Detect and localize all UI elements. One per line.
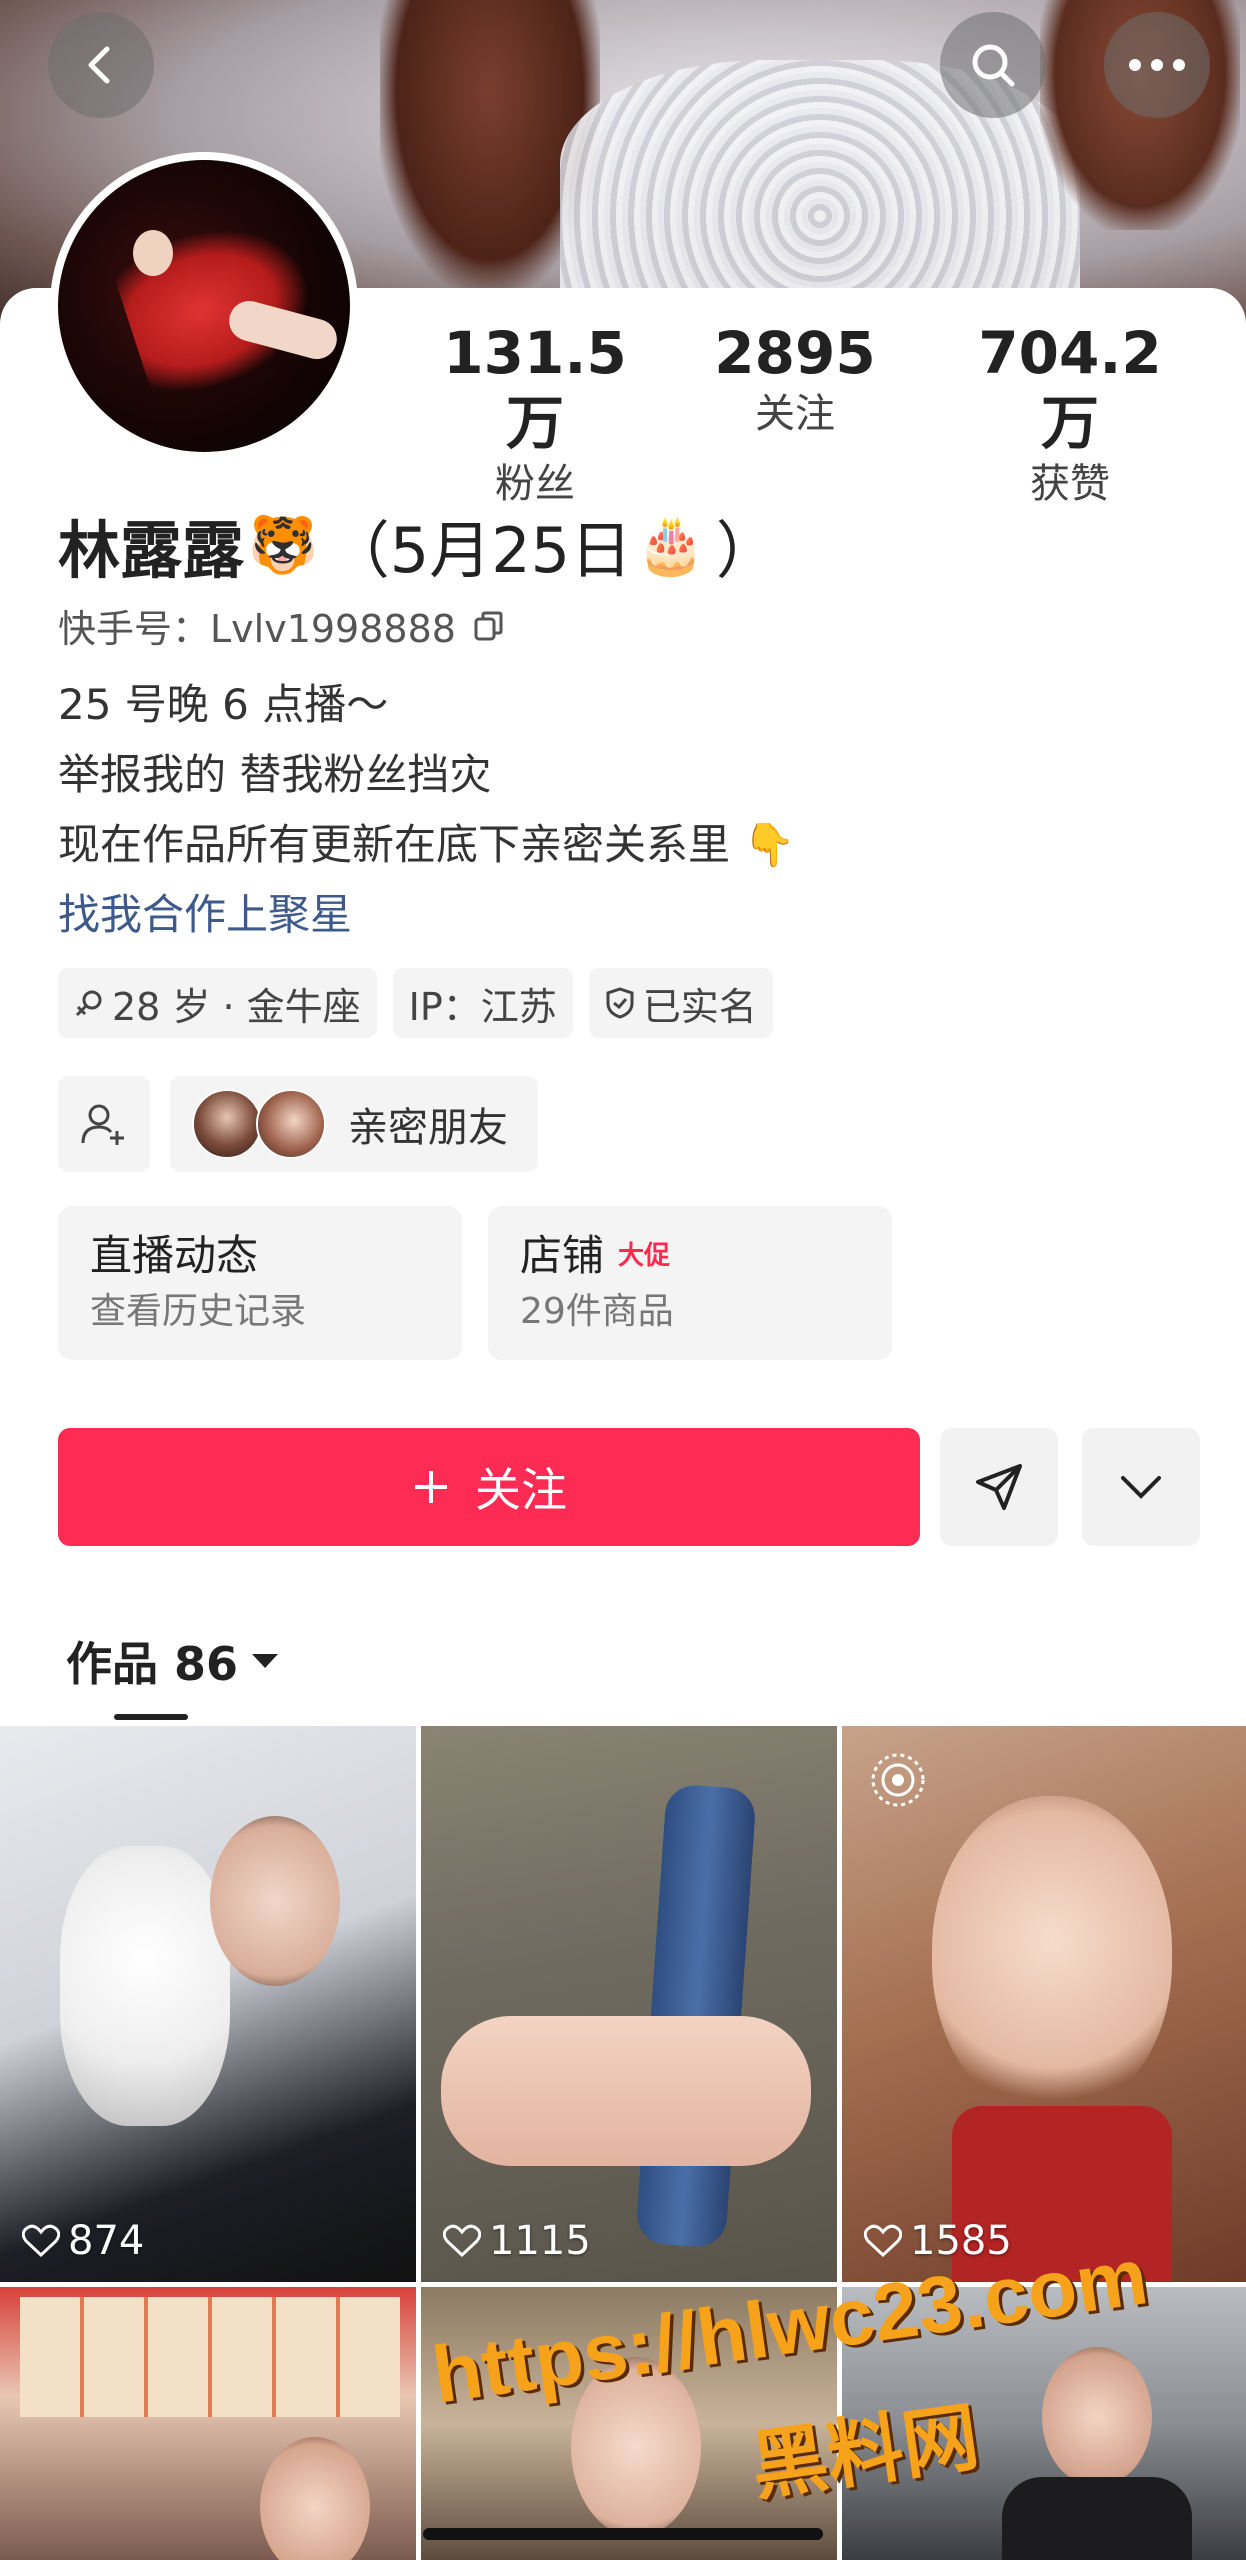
tab-works[interactable]: 作品 86	[66, 1628, 280, 1694]
avatar[interactable]	[50, 152, 358, 460]
search-button[interactable]	[940, 12, 1046, 118]
caret-down-icon	[252, 1654, 279, 1668]
back-button[interactable]	[48, 12, 154, 118]
card-title-row: 店铺 大促	[520, 1226, 860, 1286]
chevron-down-icon	[1121, 1476, 1161, 1499]
live-photo-icon	[871, 1753, 925, 1807]
promo-badge: 大促	[618, 1241, 671, 1271]
stat-following[interactable]: 2895 关注	[705, 318, 885, 440]
face-photo	[1042, 2347, 1152, 2487]
profile-bio: 25 号晚 6 点播～ 举报我的 替我粉丝挡灾 现在作品所有更新在底下亲密关系里…	[58, 670, 796, 950]
stat-value: 131.5万	[443, 319, 627, 457]
follow-label: 关注	[475, 1463, 567, 1517]
face-photo	[260, 2437, 370, 2560]
tag-ip: IP：江苏	[392, 968, 573, 1038]
tiger-emoji-icon: 🐯	[248, 513, 318, 578]
stat-value: 2895	[714, 319, 876, 387]
live-history-card[interactable]: 直播动态 查看历史记录	[58, 1206, 462, 1360]
work-thumbnail[interactable]: 1115	[421, 1726, 837, 2282]
heart-icon	[443, 2224, 481, 2258]
birthday-close: ）	[715, 514, 778, 587]
work-thumbnail[interactable]: 1585	[842, 1726, 1246, 2282]
friends-row: 亲密朋友	[58, 1076, 538, 1172]
stat-fans[interactable]: 131.5万 粉丝	[420, 318, 650, 510]
more-icon	[1129, 59, 1185, 71]
card-title: 直播动态	[90, 1231, 259, 1280]
friend-avatar	[192, 1089, 262, 1159]
copy-icon[interactable]	[474, 611, 504, 641]
heart-icon	[864, 2224, 902, 2258]
bio-line: 举报我的 替我粉丝挡灾	[58, 750, 492, 799]
tag-ip-text: IP：江苏	[408, 984, 557, 1029]
stat-likes[interactable]: 704.2万 获赞	[950, 318, 1190, 510]
tag-age-text: 28 岁 · 金牛座	[112, 984, 361, 1029]
cat-photo	[60, 1846, 230, 2126]
card-subtitle: 查看历史记录	[90, 1291, 307, 1332]
stat-value: 704.2万	[978, 319, 1162, 457]
profile-stats: 131.5万 粉丝 2895 关注 704.2万 获赞	[420, 318, 1220, 507]
work-thumbnail[interactable]	[0, 2287, 416, 2560]
profile-cards: 直播动态 查看历史记录 店铺 大促 29件商品	[58, 1206, 892, 1360]
face-photo	[210, 1816, 340, 1986]
profile-name: 林露露	[58, 514, 245, 587]
shop-card[interactable]: 店铺 大促 29件商品	[488, 1206, 892, 1360]
add-user-icon	[81, 1104, 124, 1145]
friend-avatar	[256, 1089, 326, 1159]
heart-icon	[22, 2224, 60, 2258]
back-icon	[88, 46, 110, 84]
card-subtitle: 29件商品	[520, 1291, 674, 1332]
profile-tags: 28 岁 · 金牛座 IP：江苏 已实名	[58, 968, 773, 1038]
gender-icon	[75, 990, 102, 1017]
intimate-friends-button[interactable]: 亲密朋友	[170, 1076, 538, 1172]
search-icon	[972, 44, 1015, 87]
birthday-text: （5月25日	[327, 514, 633, 587]
works-label: 作品 86	[66, 1637, 239, 1691]
expand-button[interactable]	[1082, 1428, 1200, 1546]
add-friend-button[interactable]	[58, 1076, 150, 1172]
like-count-text: 874	[68, 2218, 145, 2264]
tag-verified: 已实名	[588, 968, 773, 1038]
message-button[interactable]	[940, 1428, 1058, 1546]
like-count: 1115	[443, 2218, 591, 2264]
work-thumbnail[interactable]: 874	[0, 1726, 416, 2282]
bio-line: 现在作品所有更新在底下亲密关系里 👇	[58, 820, 796, 869]
cake-emoji-icon: 🎂	[636, 513, 706, 578]
tag-age: 28 岁 · 金牛座	[58, 968, 377, 1038]
bio-link[interactable]: 找我合作上聚星	[58, 880, 796, 950]
kuaishou-id: 快手号：Lvlv1998888	[58, 598, 504, 653]
follow-button[interactable]: 关注	[58, 1428, 920, 1546]
card-title: 店铺	[520, 1231, 605, 1280]
more-button[interactable]	[1104, 12, 1210, 118]
black-top-photo	[1002, 2477, 1192, 2560]
face-photo	[932, 1796, 1172, 2116]
stat-label: 关注	[755, 391, 835, 437]
arm-photo	[441, 2016, 811, 2166]
like-count: 874	[22, 2218, 144, 2264]
menu-board-photo	[20, 2297, 400, 2417]
profile-name-row: 林露露 🐯 （5月25日 🎂 ）	[58, 500, 778, 590]
stat-label: 获赞	[1030, 461, 1110, 507]
avatar-photo	[58, 160, 350, 452]
kuaishou-id-text: 快手号：Lvlv1998888	[58, 607, 456, 651]
send-icon	[976, 1464, 1022, 1510]
home-indicator[interactable]	[423, 2528, 823, 2540]
shield-check-icon	[606, 987, 634, 1019]
tag-verified-text: 已实名	[642, 984, 757, 1029]
intimate-friends-label: 亲密朋友	[348, 1105, 508, 1151]
like-count-text: 1115	[489, 2218, 591, 2264]
bio-line: 25 号晚 6 点播～	[58, 680, 389, 729]
plus-icon	[415, 1471, 447, 1503]
tab-indicator	[114, 1714, 188, 1720]
